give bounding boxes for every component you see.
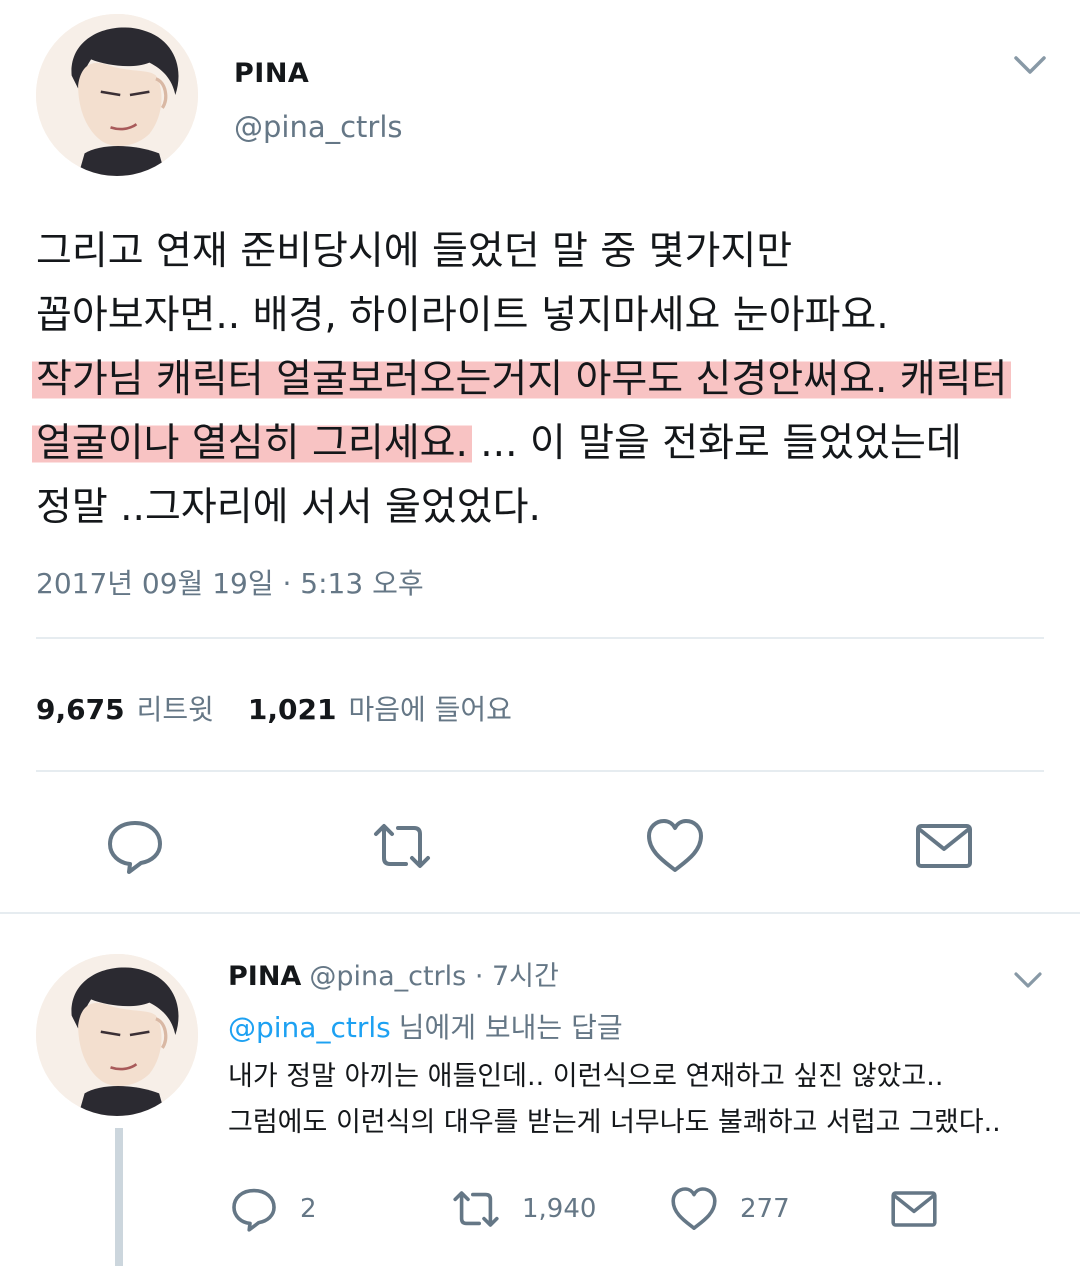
tweet-text: 그리고 연재 준비당시에 들었던 말 중 몇가지만 꼽아보자면.. 배경, 하이… [32,220,1046,540]
thread-connector-line [115,1128,123,1266]
retweet-icon[interactable] [372,816,432,876]
author-name[interactable]: PINA [234,58,309,89]
highlighted-text-segment: 작가님 캐릭터 얼굴보러오는거지 아무도 신경안써요. 캐릭터 [32,357,1012,402]
chevron-down-icon[interactable] [1012,50,1048,78]
highlighted-text-segment: 얼굴이나 열심히 그리세요. [32,421,472,466]
heart-icon [671,1187,717,1230]
tweet-timestamp[interactable]: 2017년 09월 19일 · 5:13 오후 [36,562,424,602]
reply-text-line: 그럼에도 이런식의 대우를 받는게 너무나도 불쾌하고 서럽고 그랬다.. [228,1107,1001,1138]
retweet-label: 리트윗 [136,693,214,726]
heart-icon[interactable] [645,816,705,876]
reply-to-suffix: 님에게 보내는 답글 [398,1011,623,1044]
reply-retweet-button[interactable]: 1,940 [452,1184,596,1234]
tweet-stats: 9,675 리트윗 1,021 마음에 들어요 [36,688,512,728]
reply-time[interactable]: · 7시간 [475,961,559,992]
avatar-portrait-image [36,14,198,176]
author-handle[interactable]: @pina_ctrls [234,110,403,144]
reply-like-button[interactable]: 277 [670,1184,790,1234]
reply-count: 2 [300,1194,317,1224]
avatar-portrait-image [36,954,198,1116]
replying-to-line: @pina_ctrls 님에게 보내는 답글 [228,1006,623,1046]
divider [36,770,1044,772]
tweet-text-segment: 정말 ..그자리에 서서 울었었다. [36,485,541,530]
reply-dm-button[interactable] [890,1184,938,1234]
chevron-down-icon[interactable] [1012,966,1044,992]
reply-icon[interactable] [105,816,165,876]
retweet-icon [453,1191,499,1227]
tweet-text-line: 얼굴이나 열심히 그리세요. ... 이 말을 전화로 들었었는데 [32,412,1046,476]
retweet-count: 9,675 [36,693,125,726]
tweet-text-line: 정말 ..그자리에 서서 울었었다. [36,476,1046,540]
reply-reply-button[interactable]: 2 [230,1184,317,1234]
tweet-text-segment: ... 이 말을 전화로 들었었는데 [467,421,962,466]
reply-header: PINA @pina_ctrls · 7시간 [228,954,559,993]
reply-to-mention[interactable]: @pina_ctrls [228,1011,391,1044]
tweet-text-line: 작가님 캐릭터 얼굴보러오는거지 아무도 신경안써요. 캐릭터 [32,348,1046,412]
tweet-text-segment: 그리고 연재 준비당시에 들었던 말 중 몇가지만 [36,229,793,274]
reply-retweet-count: 1,940 [522,1194,597,1224]
divider [36,637,1044,639]
reply-like-count: 277 [740,1194,790,1224]
section-divider [0,912,1080,914]
reply-text-line: 내가 정말 아끼는 애들인데.. 이런식으로 연재하고 싶진 않았고.. [228,1061,944,1092]
tweet-text-line: 그리고 연재 준비당시에 들었던 말 중 몇가지만 [36,220,1046,284]
like-label: 마음에 들어요 [348,693,512,726]
retweet-stat[interactable]: 9,675 리트윗 [36,693,214,726]
reply-author-name[interactable]: PINA [228,961,301,992]
reply-icon [232,1188,276,1232]
reply-author-avatar[interactable] [36,954,198,1116]
reply-text: 내가 정말 아끼는 애들인데.. 이런식으로 연재하고 싶진 않았고.. 그럼에… [228,1054,1048,1146]
mail-icon [891,1191,937,1227]
author-avatar[interactable] [36,14,198,176]
like-stat[interactable]: 1,021 마음에 들어요 [248,693,512,726]
tweet-text-line: 꼽아보자면.. 배경, 하이라이트 넣지마세요 눈아파요. [36,284,1046,348]
mail-icon[interactable] [914,816,974,876]
reply-author-handle[interactable]: @pina_ctrls [309,961,466,992]
like-count: 1,021 [247,693,337,726]
tweet-text-segment: 꼽아보자면.. 배경, 하이라이트 넣지마세요 눈아파요. [36,293,889,338]
